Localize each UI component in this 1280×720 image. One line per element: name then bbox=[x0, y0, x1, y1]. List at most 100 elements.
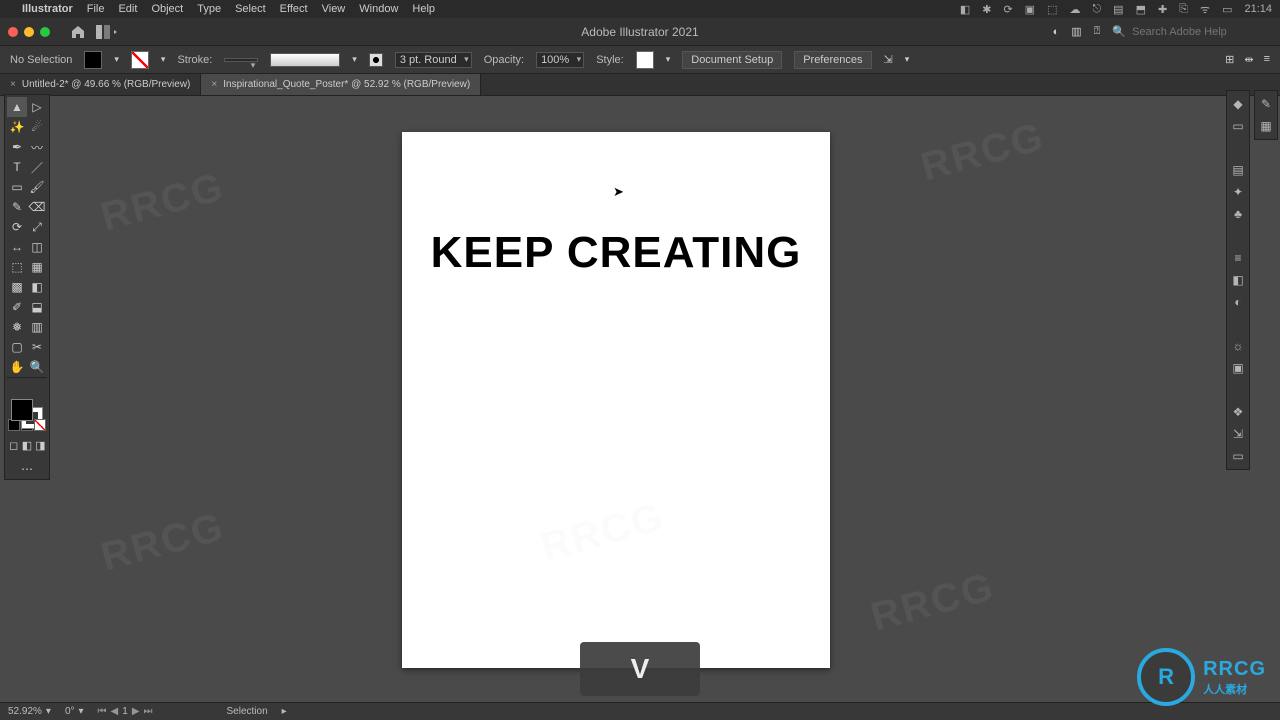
paintbrush-tool-icon[interactable]: 🖌 bbox=[27, 177, 47, 197]
libraries-panel-icon[interactable]: ▭ bbox=[1232, 119, 1243, 133]
chevron-down-icon[interactable]: ▾ bbox=[905, 54, 910, 65]
zoom-tool-icon[interactable]: 🔍 bbox=[27, 357, 47, 377]
preferences-button[interactable]: Preferences bbox=[794, 51, 871, 69]
rotate-view-dropdown[interactable]: 0°▾ bbox=[65, 706, 84, 717]
snap-options-icon[interactable]: ⊞ bbox=[1225, 53, 1234, 66]
asset-export-panel-icon[interactable]: ⇲ bbox=[1233, 427, 1243, 441]
fill-swatch[interactable] bbox=[84, 51, 102, 69]
window-zoom-icon[interactable] bbox=[40, 27, 50, 37]
menu-edit[interactable]: Edit bbox=[118, 3, 137, 15]
mesh-tool-icon[interactable]: ▩ bbox=[7, 277, 27, 297]
fill-color-swatch[interactable] bbox=[11, 399, 33, 421]
navigator-panel-icon[interactable]: ▦ bbox=[1260, 119, 1271, 133]
graphic-styles-panel-icon[interactable]: ▣ bbox=[1232, 361, 1243, 375]
artboards-panel-icon[interactable]: ▭ bbox=[1232, 449, 1243, 463]
artboard-tool-icon[interactable]: ▢ bbox=[7, 337, 27, 357]
status-flyout-icon[interactable]: ▸ bbox=[282, 706, 287, 717]
stroke-panel-icon[interactable]: ≡ bbox=[1234, 251, 1241, 265]
tray-wifi-icon[interactable]: ᯤ bbox=[1200, 2, 1210, 17]
opacity-dropdown[interactable]: 100% bbox=[536, 52, 584, 68]
arrange-documents-icon[interactable]: ▥ bbox=[1071, 25, 1081, 38]
chevron-down-icon[interactable]: ▾ bbox=[161, 54, 166, 65]
chevron-down-icon[interactable]: ▾ bbox=[352, 54, 357, 65]
help-search[interactable]: 🔍 bbox=[1112, 25, 1272, 38]
menubar-app-name[interactable]: Illustrator bbox=[22, 3, 73, 15]
tray-icon[interactable]: ▣ bbox=[1025, 3, 1035, 16]
last-artboard-icon[interactable]: ⏭ bbox=[144, 706, 153, 717]
align-to-icon[interactable]: ⇲ bbox=[884, 53, 893, 66]
window-close-icon[interactable] bbox=[8, 27, 18, 37]
help-search-input[interactable] bbox=[1132, 26, 1272, 38]
canvas[interactable]: KEEP CREATING ➤ bbox=[56, 96, 1220, 702]
close-icon[interactable]: × bbox=[10, 79, 16, 90]
eyedropper-tool-icon[interactable]: ✐ bbox=[7, 297, 27, 317]
panel-menu-icon[interactable]: ≡ bbox=[1264, 53, 1270, 66]
tray-clock[interactable]: 21:14 bbox=[1244, 3, 1272, 15]
properties-panel-icon[interactable]: ◆ bbox=[1233, 97, 1242, 111]
artboard[interactable]: KEEP CREATING bbox=[402, 132, 830, 668]
tray-icon[interactable]: ⎋ bbox=[1092, 3, 1101, 16]
stroke-profile-dropdown[interactable]: 3 pt. Round bbox=[395, 52, 472, 68]
selection-tool-icon[interactable]: ▲ bbox=[7, 97, 27, 117]
menu-type[interactable]: Type bbox=[197, 3, 221, 15]
document-tab[interactable]: × Untitled-2* @ 49.66 % (RGB/Preview) bbox=[0, 74, 201, 95]
next-artboard-icon[interactable]: ▶ bbox=[132, 706, 140, 717]
draw-normal-icon[interactable]: ◻ bbox=[7, 437, 20, 453]
draw-inside-icon[interactable]: ◨ bbox=[34, 437, 47, 453]
free-transform-tool-icon[interactable]: ◫ bbox=[27, 237, 47, 257]
artboard-index[interactable]: 1 bbox=[122, 706, 128, 717]
pen-tool-icon[interactable]: ✒ bbox=[7, 137, 27, 157]
first-artboard-icon[interactable]: ⏮ bbox=[98, 706, 107, 717]
brush-preview[interactable] bbox=[270, 53, 340, 67]
tray-icon[interactable]: ⬚ bbox=[1047, 3, 1057, 16]
menu-object[interactable]: Object bbox=[151, 3, 183, 15]
document-setup-button[interactable]: Document Setup bbox=[682, 51, 782, 69]
color-guide-panel-icon[interactable]: ✦ bbox=[1233, 185, 1243, 199]
slice-tool-icon[interactable]: ✂ bbox=[27, 337, 47, 357]
magic-wand-tool-icon[interactable]: ✨ bbox=[7, 117, 27, 137]
color-mode-none-icon[interactable] bbox=[34, 417, 47, 433]
chevron-down-icon[interactable]: ▾ bbox=[114, 54, 119, 65]
tray-icon[interactable]: ◧ bbox=[960, 3, 970, 16]
window-traffic-lights[interactable] bbox=[8, 27, 50, 37]
hand-tool-icon[interactable]: ✋ bbox=[7, 357, 27, 377]
tray-icon[interactable]: ▤ bbox=[1113, 3, 1123, 16]
document-tab[interactable]: × Inspirational_Quote_Poster* @ 52.92 % … bbox=[201, 74, 481, 95]
perspective-grid-tool-icon[interactable]: ▦ bbox=[27, 257, 47, 277]
width-tool-icon[interactable]: ↔ bbox=[7, 237, 27, 257]
artboard-headline-text[interactable]: KEEP CREATING bbox=[402, 228, 830, 278]
close-icon[interactable]: × bbox=[211, 79, 217, 90]
tray-icon[interactable]: ☁ bbox=[1069, 3, 1080, 16]
menu-help[interactable]: Help bbox=[412, 3, 435, 15]
direct-selection-tool-icon[interactable]: ▷ bbox=[27, 97, 47, 117]
menu-window[interactable]: Window bbox=[359, 3, 398, 15]
menu-effect[interactable]: Effect bbox=[280, 3, 308, 15]
menu-file[interactable]: File bbox=[87, 3, 105, 15]
home-icon[interactable] bbox=[70, 24, 86, 40]
eraser-tool-icon[interactable]: ⌫ bbox=[27, 197, 47, 217]
transparency-panel-icon[interactable]: ◐ bbox=[1234, 295, 1241, 309]
edit-toolbar-icon[interactable]: ⋯ bbox=[21, 461, 33, 477]
curvature-tool-icon[interactable]: 〰 bbox=[27, 137, 47, 157]
tray-icon[interactable]: ⬒ bbox=[1136, 3, 1146, 16]
rotate-tool-icon[interactable]: ⟳ bbox=[7, 217, 27, 237]
rectangle-tool-icon[interactable]: ▭ bbox=[7, 177, 27, 197]
tray-wifi-icon[interactable]: ⎘ bbox=[1179, 3, 1188, 16]
gradient-tool-icon[interactable]: ◧ bbox=[27, 277, 47, 297]
gradient-panel-icon[interactable]: ◧ bbox=[1232, 273, 1243, 287]
shape-builder-tool-icon[interactable]: ⬚ bbox=[7, 257, 27, 277]
menu-select[interactable]: Select bbox=[235, 3, 266, 15]
column-graph-tool-icon[interactable]: ▥ bbox=[27, 317, 47, 337]
stroke-swatch[interactable] bbox=[131, 51, 149, 69]
blend-tool-icon[interactable]: ⬓ bbox=[27, 297, 47, 317]
lasso-tool-icon[interactable]: ☄ bbox=[27, 117, 47, 137]
window-minimize-icon[interactable] bbox=[24, 27, 34, 37]
zoom-level-dropdown[interactable]: 52.92%▾ bbox=[8, 706, 51, 717]
color-panel-icon[interactable]: ▤ bbox=[1232, 163, 1243, 177]
menu-view[interactable]: View bbox=[322, 3, 346, 15]
transform-panel-icon[interactable]: ⇹ bbox=[1244, 53, 1253, 66]
type-tool-icon[interactable]: T bbox=[7, 157, 27, 177]
tray-battery-icon[interactable]: ▭ bbox=[1222, 3, 1232, 16]
line-segment-tool-icon[interactable]: ／ bbox=[27, 157, 47, 177]
tray-icon[interactable]: ⟳ bbox=[1003, 3, 1012, 16]
